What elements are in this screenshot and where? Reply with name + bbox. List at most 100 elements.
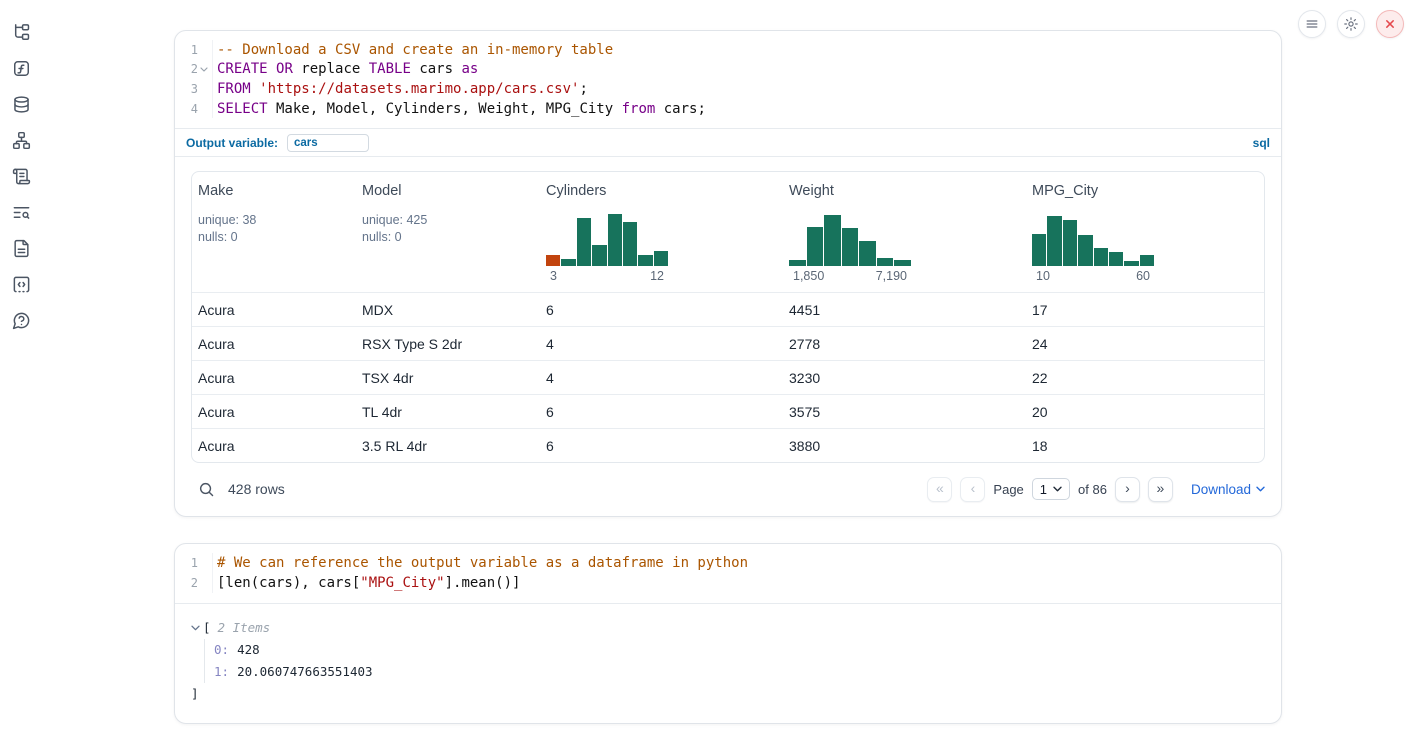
- code-line: 2[len(cars), cars["MPG_City"].mean()]: [175, 573, 1281, 593]
- hamburger-icon: [1304, 16, 1320, 32]
- code-text: CREATE OR replace TABLE cars as: [213, 61, 478, 77]
- list-search-icon[interactable]: [12, 203, 31, 222]
- histogram-bar: [894, 260, 911, 267]
- column-header-make[interactable]: Make unique: 38nulls: 0: [192, 172, 356, 292]
- tree-entry-value: 20.060747663551403: [237, 664, 372, 679]
- token-keyword: CREATE: [217, 61, 268, 77]
- settings-button[interactable]: [1337, 10, 1365, 38]
- histogram-bar: [592, 245, 606, 267]
- column-header-mpg_city[interactable]: MPG_City1060: [1026, 172, 1264, 292]
- sql-output-variable-row: Output variable: sql: [175, 128, 1281, 157]
- column-header-weight[interactable]: Weight 1,850 7,190: [783, 172, 1026, 292]
- token-string: 'https://datasets.marimo.app/cars.csv': [259, 81, 579, 97]
- line-number-gutter: 1: [175, 40, 213, 60]
- code-line: 4SELECT Make, Model, Cylinders, Weight, …: [175, 99, 1281, 119]
- histogram-bar: [608, 214, 622, 266]
- fold-spacer: [198, 578, 210, 588]
- file-tree-icon[interactable]: [12, 23, 31, 42]
- table-footer-left: 428 rows: [191, 481, 285, 498]
- table-cell: 4: [540, 370, 783, 386]
- menu-button[interactable]: [1298, 10, 1326, 38]
- python-code-editor[interactable]: 1# We can reference the output variable …: [175, 544, 1281, 602]
- data-table: Make unique: 38nulls: 0Modelunique: 425nu…: [191, 171, 1265, 463]
- sql-cell: 1 -- Download a CSV and create an in-memo…: [174, 30, 1282, 517]
- page-select[interactable]: 1: [1032, 478, 1070, 500]
- tree-entry-key: 0:: [214, 642, 229, 657]
- line-number-gutter: 4: [175, 99, 213, 119]
- scroll-logs-icon[interactable]: [12, 167, 31, 186]
- histogram-axis: 312: [546, 269, 668, 283]
- histogram-bar: [1063, 220, 1077, 266]
- table-cell: 3230: [783, 370, 1026, 386]
- table-cell: 20: [1026, 404, 1264, 420]
- axis-min-label: 1,850: [793, 269, 824, 283]
- database-icon[interactable]: [12, 95, 31, 114]
- table-footer: 428 rows « ‹ Page 1 of 86 › » Download: [191, 474, 1265, 504]
- tree-entries: 0:4281:20.060747663551403: [204, 639, 1265, 683]
- table-cell: Acura: [192, 302, 356, 318]
- collapse-chevron-icon[interactable]: [191, 625, 203, 631]
- line-number-gutter: 2: [175, 60, 213, 80]
- code-text: [len(cars), cars["MPG_City"].mean()]: [213, 575, 520, 591]
- histogram-bar: [1109, 252, 1123, 266]
- histogram-bar: [807, 227, 824, 267]
- column-stat: unique: 425: [362, 212, 532, 229]
- first-page-button[interactable]: «: [927, 477, 952, 502]
- table-cell: 2778: [783, 336, 1026, 352]
- column-title: Weight: [789, 181, 1018, 201]
- table-cell: Acura: [192, 370, 356, 386]
- sql-output: Make unique: 38nulls: 0Modelunique: 425nu…: [175, 157, 1281, 516]
- fold-chevron-icon[interactable]: [198, 64, 210, 74]
- token-plain: [len(cars), cars[: [217, 575, 360, 591]
- column-header-model[interactable]: Modelunique: 425nulls: 0: [356, 172, 540, 292]
- help-chat-icon[interactable]: [12, 311, 31, 330]
- table-cell: 24: [1026, 336, 1264, 352]
- table-row: Acura3.5 RL 4dr6388018: [192, 428, 1264, 462]
- histogram-bar: [1140, 255, 1154, 266]
- code-text: -- Download a CSV and create an in-memor…: [213, 42, 613, 58]
- next-page-button[interactable]: ›: [1115, 477, 1140, 502]
- close-bracket: ]: [191, 686, 199, 701]
- code-text: SELECT Make, Model, Cylinders, Weight, M…: [213, 101, 706, 117]
- histogram-bar: [877, 258, 894, 267]
- function-square-icon[interactable]: [12, 59, 31, 78]
- document-icon[interactable]: [12, 239, 31, 258]
- column-title: Make: [198, 181, 348, 201]
- tree-close-row: ]: [191, 683, 1265, 705]
- histogram-bar: [638, 255, 652, 266]
- histogram-bar: [654, 251, 668, 267]
- table-cell: 4: [540, 336, 783, 352]
- fold-spacer: [198, 558, 210, 568]
- search-icon[interactable]: [198, 481, 215, 498]
- histogram-bar: [1124, 261, 1138, 267]
- column-title: MPG_City: [1032, 181, 1256, 201]
- line-number: 1: [191, 43, 198, 57]
- table-cell: 6: [540, 302, 783, 318]
- table-cell: 3880: [783, 438, 1026, 454]
- axis-max-label: 7,190: [876, 269, 907, 283]
- snippets-icon[interactable]: [12, 275, 31, 294]
- download-menu[interactable]: Download: [1191, 482, 1265, 497]
- token-keyword: as: [461, 61, 478, 77]
- prev-page-button[interactable]: ‹: [960, 477, 985, 502]
- last-page-button[interactable]: »: [1148, 477, 1173, 502]
- sql-code-editor[interactable]: 1 -- Download a CSV and create an in-memo…: [175, 31, 1281, 128]
- column-header-cylinders[interactable]: Cylinders312: [540, 172, 783, 292]
- dependency-graph-icon[interactable]: [12, 131, 31, 150]
- chevron-down-icon: [1256, 486, 1265, 492]
- histogram-axis: 1,850 7,190: [789, 269, 911, 283]
- histogram-bar: [1094, 248, 1108, 266]
- table-row: AcuraMDX6445117: [192, 292, 1264, 326]
- table-header: Make unique: 38nulls: 0Modelunique: 425nu…: [192, 172, 1264, 292]
- axis-min-label: 3: [550, 269, 557, 283]
- histogram-bar: [561, 259, 575, 266]
- shutdown-button[interactable]: [1376, 10, 1404, 38]
- histogram-bar: [789, 260, 806, 267]
- token-plain: cars;: [655, 101, 706, 117]
- output-variable-input[interactable]: [287, 134, 369, 152]
- token-keyword: SELECT: [217, 101, 268, 117]
- token-plain: replace: [293, 61, 369, 77]
- tree-entry-key: 1:: [214, 664, 229, 679]
- row-count: 428 rows: [228, 481, 285, 497]
- column-stats: unique: 38nulls: 0: [198, 212, 348, 246]
